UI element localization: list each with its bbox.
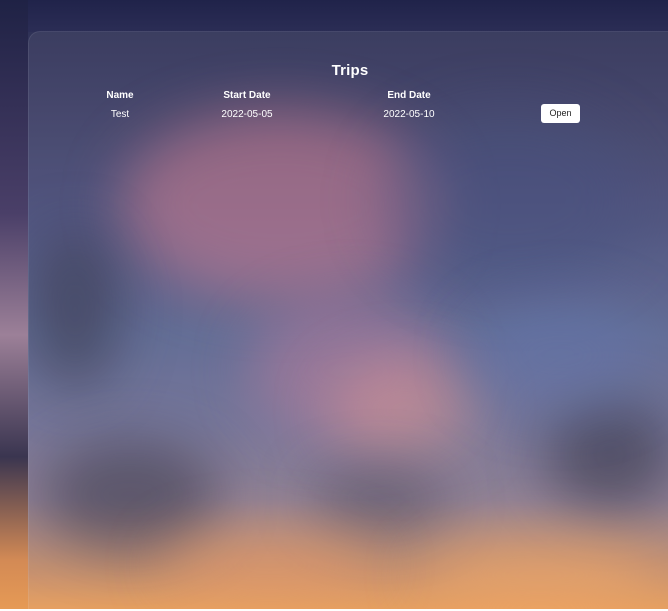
column-header-start-date: Start Date — [223, 90, 271, 101]
cell-end-date: 2022-05-10 — [383, 109, 435, 120]
column-header-name: Name — [106, 90, 134, 101]
open-trip-button[interactable]: Open — [541, 104, 580, 123]
page-title: Trips — [331, 62, 369, 79]
top-sky-strip — [0, 0, 668, 32]
cell-trip-name: Test — [110, 109, 130, 120]
column-header-end-date: End Date — [387, 90, 431, 101]
cell-start-date: 2022-05-05 — [221, 109, 273, 120]
left-sky-strip — [0, 0, 28, 609]
